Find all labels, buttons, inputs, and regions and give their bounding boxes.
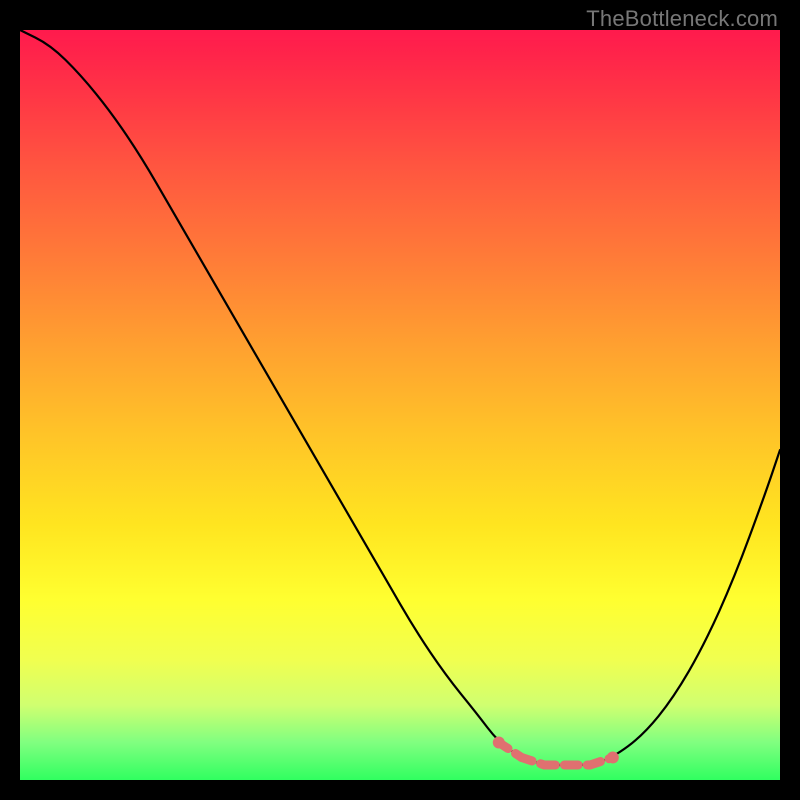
plot-area (20, 30, 780, 780)
chart-frame: TheBottleneck.com (0, 0, 800, 800)
watermark-text: TheBottleneck.com (586, 6, 778, 32)
optimal-range-markers (493, 737, 619, 766)
bottleneck-curve (20, 30, 780, 765)
marker-dash (590, 758, 613, 766)
curve-svg (20, 30, 780, 780)
